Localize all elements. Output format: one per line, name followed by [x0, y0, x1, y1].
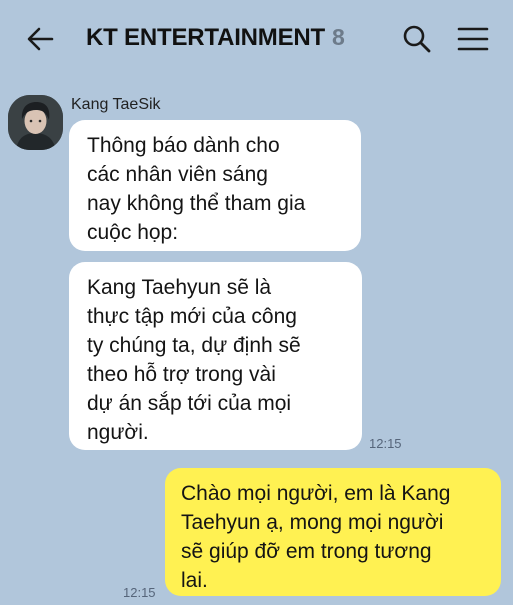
message-line: theo hỗ trợ trong vài: [87, 363, 276, 386]
chat-title-area[interactable]: KT ENTERTAINMENT 8: [86, 24, 345, 54]
message-line: Thông báo dành cho: [87, 134, 280, 157]
chat-header: KT ENTERTAINMENT 8: [0, 0, 513, 78]
message-line: sẽ giúp đỡ em trong tương: [181, 540, 432, 563]
message-line: Taehyun ạ, mong mọi người: [181, 511, 444, 534]
message-line: thực tập mới của công: [87, 305, 297, 328]
back-button[interactable]: [24, 22, 58, 56]
message-line: nay không thể tham gia: [87, 192, 306, 215]
my-message-bubble[interactable]: Chào mọi người, em là Kang Taehyun ạ, mo…: [165, 468, 501, 596]
message-line: các nhân viên sáng: [87, 163, 268, 186]
message-line: người.: [87, 421, 149, 444]
sender-name: Kang TaeSik: [71, 96, 161, 113]
message-line: Chào mọi người, em là Kang: [181, 482, 451, 505]
avatar-image: [8, 95, 63, 150]
search-icon: [403, 25, 431, 53]
member-count: 8: [332, 24, 345, 50]
search-button[interactable]: [400, 22, 434, 56]
message-line: lai.: [181, 569, 208, 592]
menu-button[interactable]: [455, 22, 491, 56]
message-line: ty chúng ta, dự định sẽ: [87, 334, 301, 357]
message-line: dự án sắp tới của mọi: [87, 392, 292, 415]
arrow-left-icon: [27, 27, 54, 51]
message-line: cuộc họp:: [87, 221, 179, 244]
message-bubble[interactable]: Thông báo dành cho các nhân viên sáng na…: [69, 120, 361, 251]
message-line: Kang Taehyun sẽ là: [87, 276, 272, 299]
chat-title: KT ENTERTAINMENT: [86, 24, 326, 51]
message-bubble[interactable]: Kang Taehyun sẽ là thực tập mới của công…: [69, 262, 362, 450]
hamburger-menu-icon: [457, 27, 489, 51]
message-timestamp: 12:15: [123, 585, 156, 600]
message-timestamp: 12:15: [369, 436, 402, 451]
avatar[interactable]: [8, 95, 63, 150]
